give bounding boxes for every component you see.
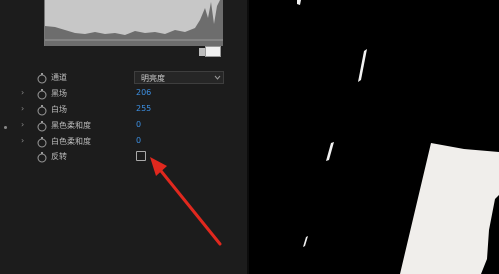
white-softness-value[interactable]: 0 [136, 136, 141, 145]
chevron-right-icon[interactable]: › [21, 120, 24, 129]
property-row-invert: 反转 [0, 150, 247, 164]
white-point-value[interactable]: 255 [136, 104, 151, 113]
histogram-graph [45, 0, 223, 46]
invert-checkbox[interactable] [136, 151, 146, 161]
chevron-right-icon[interactable]: › [21, 88, 24, 97]
channel-label: 通道 [51, 73, 67, 82]
stopwatch-icon[interactable] [36, 88, 48, 100]
panel-marker-dot [4, 126, 7, 129]
stopwatch-icon[interactable] [36, 72, 48, 84]
black-softness-label: 黑色柔和度 [51, 121, 91, 130]
channel-dropdown[interactable]: 明亮度 [134, 71, 224, 84]
property-row-black-point: › 黑场 206 [0, 87, 247, 101]
property-row-black-softness: › 黑色柔和度 0 [0, 119, 247, 133]
effect-controls-panel: 通道 明亮度 › 黑场 206 › 白场 255 › 黑色柔和度 0 › 白色柔… [0, 0, 247, 274]
channel-dropdown-value: 明亮度 [141, 74, 165, 83]
stopwatch-icon[interactable] [36, 104, 48, 116]
matte-preview-image [249, 0, 499, 274]
program-monitor-preview [249, 0, 499, 274]
invert-label: 反转 [51, 152, 67, 161]
black-point-value[interactable]: 206 [136, 88, 151, 97]
chevron-right-icon[interactable]: › [21, 104, 24, 113]
stopwatch-icon[interactable] [36, 136, 48, 148]
white-softness-label: 白色柔和度 [51, 137, 91, 146]
chevron-right-icon[interactable]: › [21, 136, 24, 145]
property-row-white-softness: › 白色柔和度 0 [0, 135, 247, 149]
property-row-white-point: › 白场 255 [0, 103, 247, 117]
chevron-down-icon [214, 75, 221, 80]
black-softness-value[interactable]: 0 [136, 120, 141, 129]
white-point-label: 白场 [51, 105, 67, 114]
black-point-label: 黑场 [51, 89, 67, 98]
stopwatch-icon[interactable] [36, 151, 48, 163]
histogram [44, 0, 223, 46]
stopwatch-icon[interactable] [36, 120, 48, 132]
white-point-handle[interactable] [205, 46, 221, 57]
